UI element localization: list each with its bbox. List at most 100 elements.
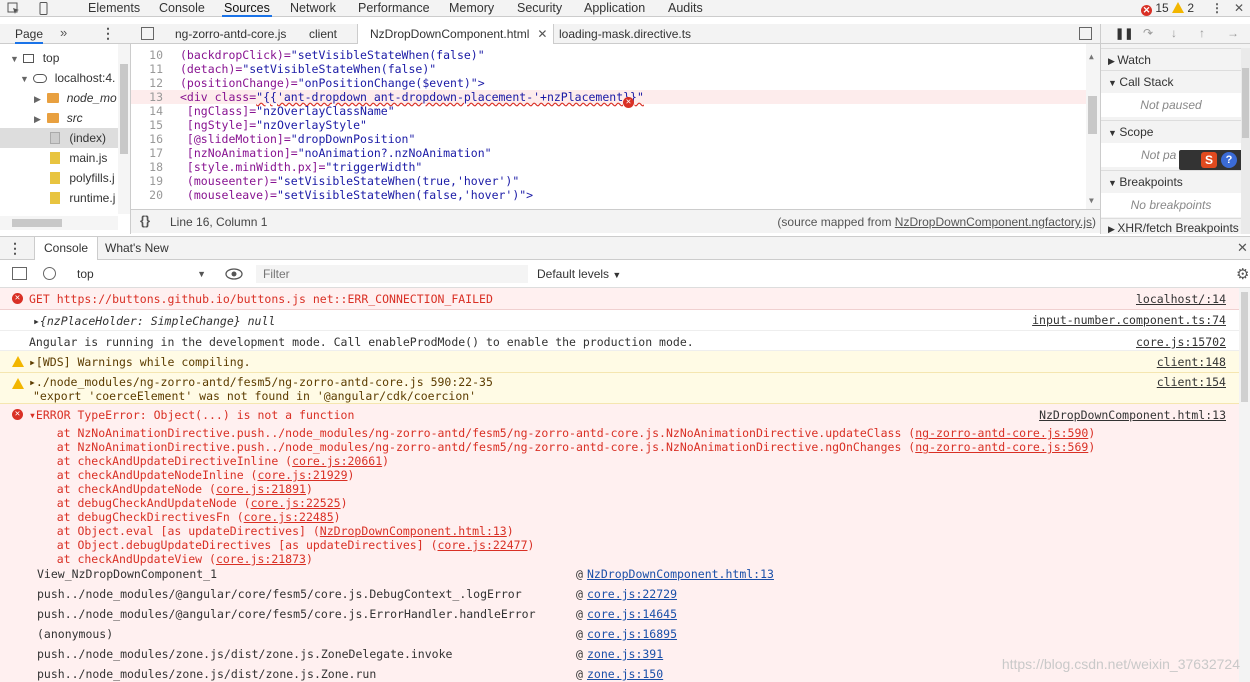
call-frame-link[interactable]: NzDropDownComponent.html:13 [587,567,774,581]
message-source-link[interactable]: client:148 [1157,355,1226,369]
tab-sources[interactable]: Sources [222,0,272,17]
message-source-link[interactable]: NzDropDownComponent.html:13 [1039,408,1226,422]
stack-frame-link[interactable]: ng-zorro-antd-core.js:569 [915,440,1088,454]
tree-item-runtime-js[interactable]: runtime.j [50,188,118,208]
close-tab-icon[interactable]: ✕ [537,24,547,44]
console-filter-input[interactable] [256,265,528,283]
warning-count-badge[interactable]: 2 [1172,1,1194,15]
editor-tab-client[interactable]: client [301,24,345,44]
line-number[interactable]: 12 [131,76,163,90]
call-frame-link[interactable]: zone.js:150 [587,667,663,681]
tab-network[interactable]: Network [288,0,338,17]
stack-frame-link[interactable]: NzDropDownComponent.html:13 [320,524,507,538]
call-frame-link-text[interactable]: zone.js:391 [587,647,663,661]
section-call-stack[interactable]: ▼ Call Stack [1101,70,1241,92]
message-source-link[interactable]: localhost/:14 [1136,292,1226,306]
line-number[interactable]: 20 [131,188,163,202]
tab-page[interactable]: Page [15,27,44,44]
navigator-menu-icon[interactable]: ⋮ [101,25,115,42]
context-select[interactable]: top ▼ [68,266,208,283]
call-frame-link-text[interactable]: zone.js:150 [587,667,663,681]
stack-frame-link[interactable]: ng-zorro-antd-core.js:590 [915,426,1088,440]
editor-tab-loading-mask[interactable]: loading-mask.directive.ts [551,24,699,44]
code-editor[interactable]: 10 (backdropClick)="setVisibleStateWhen(f… [131,44,1100,209]
toggle-debugger-icon[interactable] [1079,27,1092,40]
line-number[interactable]: 15 [131,118,163,132]
call-frame-link-text[interactable]: core.js:22729 [587,587,677,601]
call-frame-link[interactable]: core.js:14645 [587,607,677,621]
stack-frame-link[interactable]: core.js:21929 [257,468,347,482]
editor-scrollbar[interactable]: ▲ ▼ [1086,44,1100,209]
error-count-badge[interactable]: ✕ 15 [1141,1,1169,16]
step-over-icon[interactable]: ↷ [1143,26,1153,40]
tree-item-polyfills-js[interactable]: polyfills.j [50,168,118,188]
more-tabs-icon[interactable]: » [60,25,67,40]
call-frame-link-text[interactable]: core.js:14645 [587,607,677,621]
call-frame-link-text[interactable]: core.js:16895 [587,627,677,641]
drawer-tab-console[interactable]: Console [34,237,99,261]
tab-security[interactable]: Security [515,0,564,17]
call-frame-link-text[interactable]: NzDropDownComponent.html:13 [587,567,774,581]
close-drawer-icon[interactable]: ✕ [1237,240,1248,256]
tab-audits[interactable]: Audits [666,0,705,17]
line-number[interactable]: 13 [131,90,163,104]
tab-memory[interactable]: Memory [447,0,496,17]
message-source-link[interactable]: client:154 [1157,375,1226,389]
console-message-warning[interactable]: ▸./node_modules/ng-zorro-antd/fesm5/ng-z… [0,373,1239,404]
line-number[interactable]: 16 [131,132,163,146]
message-source-link[interactable]: input-number.component.ts:74 [1032,313,1226,327]
log-levels-select[interactable]: Default levels ▼ [537,267,621,281]
tab-application[interactable]: Application [582,0,647,17]
section-watch[interactable]: ▶ Watch [1101,48,1241,70]
stack-frame-link[interactable]: core.js:21891 [216,482,306,496]
console-settings-gear-icon[interactable]: ⚙ [1236,265,1249,283]
navigator-scrollbar[interactable] [118,44,130,214]
console-message-log[interactable]: ▸{nzPlaceHolder: SimpleChange} null inpu… [0,310,1239,331]
call-frame-link[interactable]: core.js:22729 [587,587,677,601]
console-scrollbar[interactable] [1239,288,1250,682]
drawer-menu-icon[interactable]: ⋮ [8,240,22,257]
ime-toolbar[interactable]: S ? [1179,150,1247,170]
step-out-icon[interactable]: ↑ [1199,26,1205,40]
toggle-navigator-icon[interactable] [141,27,154,40]
show-sidebar-icon[interactable] [12,267,27,280]
tab-performance[interactable]: Performance [356,0,432,17]
live-expression-eye-icon[interactable] [225,265,243,283]
step-icon[interactable]: → [1227,26,1239,40]
device-toolbar-icon[interactable] [36,2,50,15]
section-breakpoints[interactable]: ▼ Breakpoints [1101,170,1241,192]
debugger-scrollbar[interactable] [1241,48,1250,234]
tree-item-index[interactable]: (index) [0,128,118,148]
navigator-hscrollbar[interactable] [0,216,118,230]
close-devtools-icon[interactable]: ✕ [1232,2,1246,15]
stack-frame-link[interactable]: core.js:22477 [438,538,528,552]
drawer-tab-whats-new[interactable]: What's New [105,237,169,259]
section-xhr-breakpoints[interactable]: ▶ XHR/fetch Breakpoints [1101,218,1241,234]
console-message-error[interactable]: ✕ GET https://buttons.github.io/buttons.… [0,288,1239,310]
section-scope[interactable]: ▼ Scope [1101,120,1241,142]
console-message-info[interactable]: Angular is running in the development mo… [0,331,1239,351]
line-number[interactable]: 10 [131,48,163,62]
stack-frame-link[interactable]: core.js:22485 [244,510,334,524]
line-number[interactable]: 17 [131,146,163,160]
console-message-error-expanded[interactable]: ✕ ▾ERROR TypeError: Object(...) is not a… [0,404,1239,682]
stack-frame-link[interactable]: core.js:21873 [216,552,306,566]
line-number[interactable]: 18 [131,160,163,174]
step-into-icon[interactable]: ↓ [1171,26,1177,40]
line-number[interactable]: 11 [131,62,163,76]
tab-console[interactable]: Console [157,0,207,17]
console-message-warning[interactable]: ▸[WDS] Warnings while compiling. client:… [0,351,1239,373]
more-options-icon[interactable]: ⋮ [1210,2,1224,15]
inspect-element-icon[interactable] [6,2,20,15]
call-frame-link[interactable]: zone.js:391 [587,647,663,661]
editor-tab-nzdropdown[interactable]: NzDropDownComponent.html ✕ [357,24,555,44]
tree-item-top[interactable]: ▼ top [10,48,130,68]
pretty-print-icon[interactable]: {} [140,213,150,228]
line-number[interactable]: 19 [131,174,163,188]
stack-frame-link[interactable]: core.js:22525 [251,496,341,510]
stack-frame-link[interactable]: core.js:20661 [292,454,382,468]
source-map-link[interactable]: NzDropDownComponent.ngfactory.js [895,215,1092,229]
line-number[interactable]: 14 [131,104,163,118]
pause-icon[interactable]: ❚❚ [1115,27,1133,40]
clear-console-icon[interactable] [43,267,56,280]
